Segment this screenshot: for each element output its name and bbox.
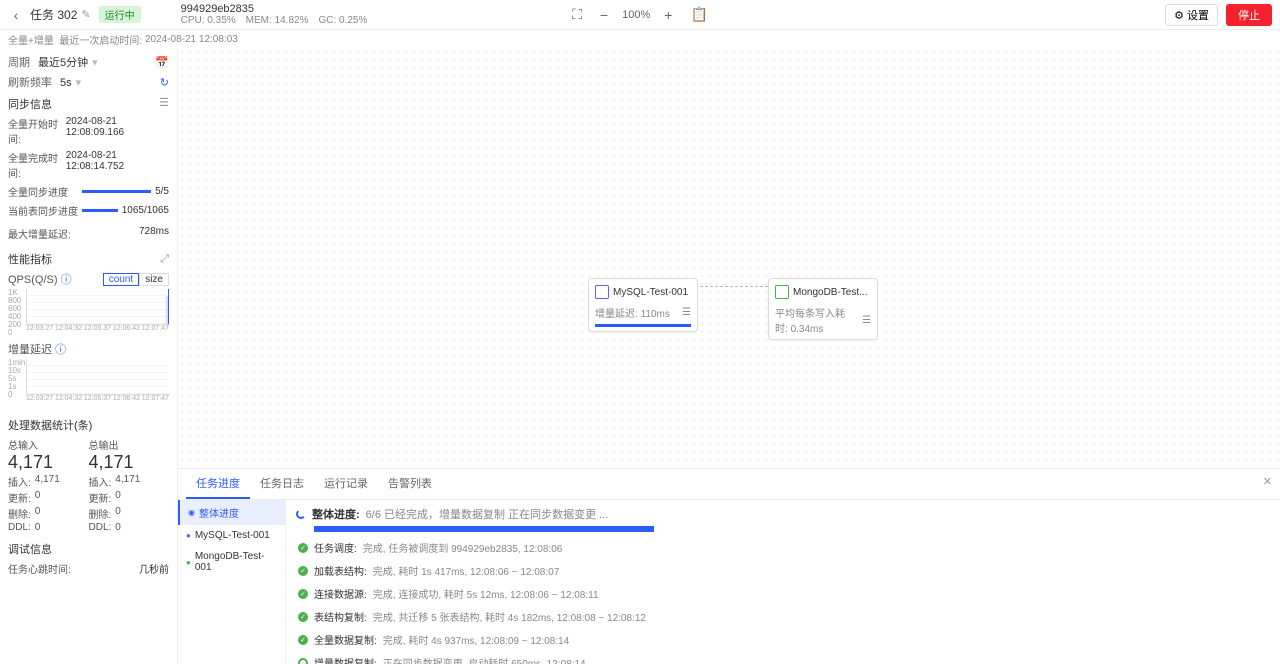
mongodb-icon <box>775 285 789 299</box>
list-icon[interactable]: ☰ <box>682 307 691 318</box>
info-icon[interactable]: ⓘ <box>61 274 72 286</box>
edit-icon[interactable]: ✎ <box>81 8 90 21</box>
period-select[interactable]: 最近5分钟 <box>38 57 88 69</box>
tab-records[interactable]: 运行记录 <box>314 469 378 499</box>
running-icon <box>298 658 308 664</box>
task-label: 任务 <box>30 8 54 22</box>
back-icon[interactable]: ‹ <box>8 7 24 23</box>
nav-mongodb[interactable]: ●MongoDB-Test-001 <box>178 546 285 578</box>
check-icon: ✓ <box>298 635 308 645</box>
top-bar: ‹ 任务 302 ✎ 运行中 994929eb2835 CPU: 0.35% M… <box>0 0 1280 30</box>
gc-value: 0.25% <box>339 15 367 26</box>
check-icon: ✓ <box>298 566 308 576</box>
overall-progress-bar <box>314 526 654 532</box>
perf-section-title: 性能指标 <box>8 251 52 267</box>
target-node[interactable]: MongoDB-Test... 平均每条写入耗时: 0.34ms☰ <box>768 278 878 340</box>
close-icon[interactable]: ✕ <box>1263 475 1272 488</box>
zoom-in-button[interactable]: + <box>660 7 676 23</box>
total-input: 4,171 <box>8 452 89 473</box>
check-icon: ✓ <box>298 612 308 622</box>
list-icon[interactable]: ☰ <box>862 315 871 326</box>
calendar-icon[interactable]: 📅 <box>155 56 169 69</box>
mysql-icon: ● <box>186 531 191 540</box>
tab-alerts[interactable]: 告警列表 <box>378 469 442 499</box>
info-icon[interactable]: ⓘ <box>55 344 66 356</box>
sync-section-title: 同步信息 <box>8 96 52 112</box>
stats-section-title: 处理数据统计(条) <box>8 417 169 433</box>
pipeline-canvas[interactable]: MySQL-Test-001 增量延迟: 110ms☰ MongoDB-Test… <box>178 48 1280 468</box>
clipboard-icon[interactable]: 📋 <box>686 6 711 23</box>
delay-chart: 1min10s5s1s0 12:03:2712:04:3212:05:3712:… <box>8 359 169 407</box>
progress-nav: ◉整体进度 ●MySQL-Test-001 ●MongoDB-Test-001 <box>178 500 286 664</box>
settings-button[interactable]: ⚙ 设置 <box>1165 4 1218 26</box>
qps-chart: 1K8006004002000 12:03:2712:04:3212:05:37… <box>8 289 169 337</box>
spinner-icon <box>296 509 306 519</box>
list-icon[interactable]: ☰ <box>159 96 169 112</box>
mem-value: 14.82% <box>275 15 309 26</box>
last-start-time: 2024-08-21 12:08:03 <box>145 34 238 45</box>
tab-progress[interactable]: 任务进度 <box>186 469 250 499</box>
check-icon: ✓ <box>298 589 308 599</box>
cpu-value: 0.35% <box>207 15 235 26</box>
left-sidebar: 周期最近5分钟▾ 📅 刷新频率5s▾ ↻ 同步信息☰ 全量开始时间:2024-0… <box>0 48 178 664</box>
nav-overall[interactable]: ◉整体进度 <box>178 500 285 525</box>
status-badge: 运行中 <box>99 6 141 23</box>
reload-icon[interactable]: ↻ <box>160 76 169 89</box>
zoom-out-button[interactable]: − <box>596 7 612 23</box>
total-output: 4,171 <box>89 452 170 473</box>
progress-detail: 整体进度: 6/6 已经完成，增量数据复制 正在同步数据变更 ... ✓任务调度… <box>286 500 1280 664</box>
expand-icon[interactable]: ⤢ <box>160 253 169 266</box>
nav-mysql[interactable]: ●MySQL-Test-001 <box>178 525 285 546</box>
source-node[interactable]: MySQL-Test-001 增量延迟: 110ms☰ <box>588 278 698 332</box>
sync-mode: 全量+增量 <box>8 32 54 47</box>
size-tab[interactable]: size <box>139 273 169 286</box>
fit-icon[interactable]: ⛶ <box>568 6 586 23</box>
globe-icon: ◉ <box>188 508 195 517</box>
check-icon: ✓ <box>298 543 308 553</box>
mysql-icon <box>595 285 609 299</box>
bottom-panel: 任务进度 任务日志 运行记录 告警列表 ✕ ◉整体进度 ●MySQL-Test-… <box>178 468 1280 664</box>
count-tab[interactable]: count <box>103 273 139 286</box>
mongodb-icon: ● <box>186 558 191 567</box>
task-hash: 994929eb2835 <box>181 3 368 15</box>
tab-logs[interactable]: 任务日志 <box>250 469 314 499</box>
refresh-select[interactable]: 5s <box>60 77 72 89</box>
task-number: 302 <box>57 8 77 22</box>
zoom-value: 100% <box>622 9 650 21</box>
debug-section-title: 调试信息 <box>8 541 169 557</box>
stop-button[interactable]: 停止 <box>1226 4 1272 26</box>
